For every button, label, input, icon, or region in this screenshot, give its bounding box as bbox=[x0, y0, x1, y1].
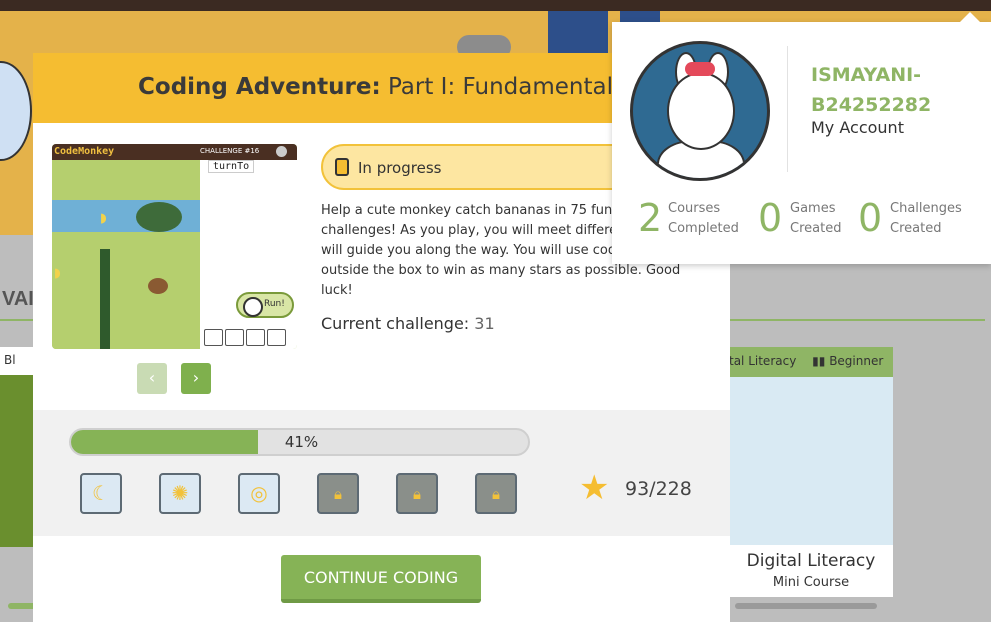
preview-top-bar: CodeMonkey CHALLENGE #16 bbox=[52, 144, 297, 160]
block-icon bbox=[246, 329, 265, 346]
preview-logo: CodeMonkey bbox=[54, 146, 115, 157]
section-heading: VAI bbox=[2, 288, 34, 310]
block-icon bbox=[267, 329, 286, 346]
turtle-badge-icon[interactable]: ✺ bbox=[159, 473, 201, 514]
dropdown-caret bbox=[960, 12, 980, 22]
course-progress-label: 41% bbox=[284, 433, 319, 451]
course-card-subtitle: Mini Course bbox=[772, 575, 850, 590]
preview-settings-icon bbox=[276, 146, 287, 157]
preview-grass bbox=[52, 160, 200, 349]
banana-icon: ◗ bbox=[100, 211, 107, 226]
stars-counter: ★ 93/228 bbox=[579, 470, 709, 510]
locked-badge-icon[interactable]: 🔒︎ bbox=[475, 473, 517, 514]
preview-bush bbox=[100, 249, 110, 349]
avatar-face bbox=[667, 72, 735, 150]
course-card-digital-literacy[interactable]: tal Literacy ▮▮ Beginner Digital Literac… bbox=[729, 347, 893, 609]
block-icon bbox=[204, 329, 223, 346]
course-card-level: Beginner bbox=[829, 354, 884, 368]
course-part: Part I: Fundamentals bbox=[387, 74, 625, 100]
stars-count: 93/228 bbox=[625, 478, 692, 500]
preview-challenge-label: CHALLENGE #16 bbox=[200, 147, 260, 155]
course-progress-bar: 41% bbox=[69, 428, 530, 456]
status-badge: In progress bbox=[321, 144, 651, 190]
current-challenge: Current challenge: 31 bbox=[321, 314, 495, 333]
badge-glyph: ☾ bbox=[92, 481, 110, 505]
course-card-tag: tal Literacy ▮▮ Beginner bbox=[729, 347, 893, 377]
current-challenge-label: Current challenge: bbox=[321, 314, 470, 333]
hamster-wheel-badge-icon[interactable]: ◎ bbox=[238, 473, 280, 514]
course-card-image bbox=[729, 377, 893, 545]
preview-code-line: turnTo bbox=[208, 160, 255, 173]
continue-coding-button[interactable]: CONTINUE CODING bbox=[281, 555, 481, 603]
account-username: ISMAYANI-B24252282 bbox=[811, 64, 932, 116]
preview-code-blocks bbox=[204, 329, 297, 347]
challenge-preview-image: CodeMonkey CHALLENGE #16 ◗ ◗ turnTo Run! bbox=[52, 144, 297, 349]
account-dropdown: ISMAYANI-B24252282 My Account 2 Courses C… bbox=[612, 12, 991, 264]
level-bars-icon: ▮▮ bbox=[812, 354, 826, 368]
course-card-left[interactable] bbox=[0, 347, 34, 547]
top-bar bbox=[0, 0, 991, 11]
preview-run-button: Run! bbox=[236, 292, 294, 318]
stat-courses-completed: 2 Courses Completed bbox=[638, 197, 748, 242]
course-card-left-tag: Bl bbox=[0, 347, 34, 375]
preview-prev-button[interactable]: ‹ bbox=[137, 363, 167, 394]
avatar-bow bbox=[685, 62, 715, 76]
stat-challenges-created: 0 Challenges Created bbox=[858, 197, 988, 242]
hero-avatar bbox=[0, 61, 32, 161]
my-account-link[interactable]: My Account bbox=[811, 118, 904, 137]
stat-number: 0 bbox=[758, 196, 783, 240]
unlock-icon bbox=[335, 158, 349, 176]
turtle-icon bbox=[136, 202, 182, 232]
stat-games-created: 0 Games Created bbox=[758, 197, 848, 242]
lock-icon: 🔒︎ bbox=[413, 485, 421, 503]
chevron-right-icon: › bbox=[192, 368, 200, 387]
lock-icon: 🔒︎ bbox=[334, 485, 342, 503]
banana-badge-icon[interactable]: ☾ bbox=[80, 473, 122, 514]
course-card-title: Digital Literacy bbox=[746, 551, 876, 571]
badge-glyph: ◎ bbox=[250, 481, 268, 505]
stat-label: Games Created bbox=[790, 201, 842, 236]
monkey-icon bbox=[148, 278, 168, 294]
status-text: In progress bbox=[358, 159, 442, 177]
stat-label: Challenges Created bbox=[890, 201, 962, 236]
badge-glyph: ✺ bbox=[171, 481, 189, 505]
stat-number: 0 bbox=[858, 196, 883, 240]
course-card-left-progress bbox=[8, 603, 36, 609]
star-icon: ★ bbox=[579, 468, 610, 508]
progress-section: 41% ☾ ✺ ◎ 🔒︎ 🔒︎ 🔒︎ ★ 93/228 bbox=[33, 410, 730, 536]
account-divider bbox=[787, 46, 788, 172]
course-card-progress bbox=[735, 603, 877, 609]
course-name: Coding Adventure: bbox=[138, 74, 381, 100]
preview-code-panel: turnTo bbox=[200, 160, 297, 349]
block-icon bbox=[225, 329, 244, 346]
badge-list: ☾ ✺ ◎ 🔒︎ 🔒︎ 🔒︎ bbox=[80, 473, 517, 514]
course-card-category: tal Literacy bbox=[729, 354, 797, 368]
banana-icon: ◗ bbox=[54, 266, 61, 281]
locked-badge-icon[interactable]: 🔒︎ bbox=[396, 473, 438, 514]
locked-badge-icon[interactable]: 🔒︎ bbox=[317, 473, 359, 514]
stat-number: 2 bbox=[638, 196, 663, 240]
chevron-left-icon: ‹ bbox=[148, 368, 156, 387]
preview-next-button[interactable]: › bbox=[181, 363, 211, 394]
avatar[interactable] bbox=[630, 41, 770, 181]
lock-icon: 🔒︎ bbox=[492, 485, 500, 503]
stat-label: Courses Completed bbox=[668, 201, 739, 236]
current-challenge-value: 31 bbox=[474, 314, 495, 333]
